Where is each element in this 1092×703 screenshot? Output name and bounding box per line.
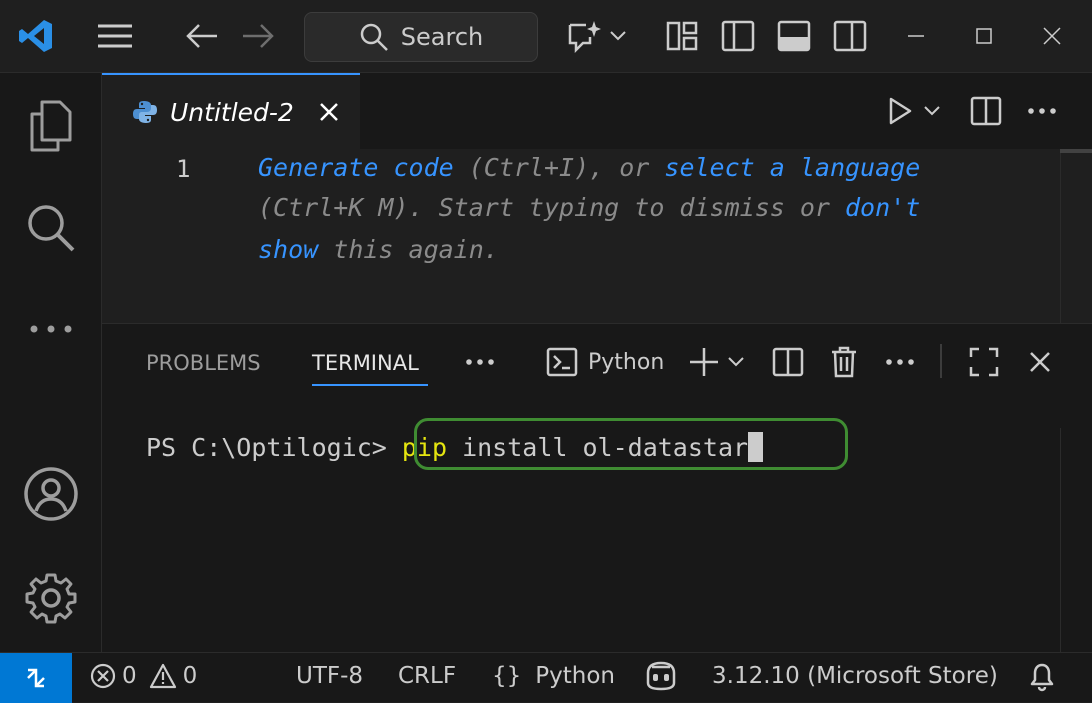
language-mode-indicator[interactable]: {} Python bbox=[492, 663, 615, 689]
hint-text: (Ctrl+K M). Start typing to dismiss or bbox=[258, 193, 845, 222]
terminal-prompt: PS C:\Optilogic> bbox=[146, 433, 402, 462]
terminal-profile-label: Python bbox=[588, 349, 665, 375]
run-python-file-icon[interactable] bbox=[880, 91, 920, 131]
code-area[interactable]: Generate code (Ctrl+I), or select a lang… bbox=[102, 149, 978, 323]
python-file-icon bbox=[132, 99, 158, 125]
maximize-panel-icon[interactable] bbox=[964, 344, 1004, 380]
customize-layout-icon[interactable] bbox=[662, 16, 702, 56]
panel-more-tabs-icon[interactable] bbox=[460, 344, 500, 380]
maximize-icon[interactable] bbox=[964, 16, 1004, 56]
terminal-chevron-down-icon[interactable] bbox=[724, 350, 748, 374]
error-count: 0 bbox=[122, 663, 137, 689]
more-icon[interactable] bbox=[0, 309, 101, 349]
problems-indicator[interactable]: 0 0 bbox=[90, 663, 197, 689]
editor-scrollbar[interactable] bbox=[1060, 149, 1092, 323]
braces-icon: {} bbox=[492, 663, 522, 689]
toggle-primary-sidebar-icon[interactable] bbox=[718, 16, 758, 56]
search-box[interactable]: Search bbox=[304, 12, 538, 62]
activity-bar bbox=[0, 73, 102, 652]
menu-icon[interactable] bbox=[94, 16, 136, 56]
toggle-panel-icon[interactable] bbox=[774, 16, 814, 56]
select-language-link[interactable]: select a language bbox=[664, 153, 920, 182]
forward-arrow-icon[interactable] bbox=[238, 16, 278, 56]
close-panel-icon[interactable] bbox=[1020, 344, 1060, 380]
tab-terminal[interactable]: TERMINAL bbox=[312, 351, 419, 375]
terminal-scrollbar[interactable] bbox=[1060, 428, 1092, 653]
split-terminal-icon[interactable] bbox=[768, 344, 808, 380]
eol-indicator[interactable]: CRLF bbox=[398, 663, 456, 689]
hint-text: (Ctrl+I), or bbox=[453, 153, 665, 182]
accounts-icon[interactable] bbox=[0, 463, 101, 525]
python-interpreter-indicator[interactable]: 3.12.10 (Microsoft Store) bbox=[712, 663, 998, 689]
notifications-bell-icon[interactable] bbox=[1028, 662, 1056, 692]
close-icon[interactable] bbox=[1032, 16, 1072, 56]
minimize-icon[interactable] bbox=[896, 16, 936, 56]
settings-gear-icon[interactable] bbox=[0, 567, 101, 629]
dont-show-link[interactable]: don't bbox=[845, 193, 920, 222]
editor-scroll-thumb[interactable] bbox=[1060, 149, 1092, 153]
vscode-logo-icon bbox=[16, 16, 56, 56]
search-icon bbox=[359, 22, 389, 52]
language-label: Python bbox=[535, 663, 616, 689]
error-icon bbox=[90, 663, 116, 689]
toggle-secondary-sidebar-icon[interactable] bbox=[830, 16, 870, 56]
tab-close-icon[interactable] bbox=[318, 101, 340, 123]
chevron-down-icon[interactable] bbox=[606, 22, 630, 50]
tab-strip bbox=[360, 73, 1092, 149]
back-arrow-icon[interactable] bbox=[182, 16, 222, 56]
search-icon[interactable] bbox=[0, 197, 101, 259]
hint-text: this again. bbox=[318, 235, 499, 264]
editor-tab[interactable]: Untitled-2 bbox=[102, 73, 360, 149]
search-label: Search bbox=[400, 23, 484, 51]
copilot-status-icon[interactable] bbox=[644, 661, 678, 691]
terminal-profile-selector[interactable]: Python bbox=[546, 344, 676, 380]
panel-toolbar-divider bbox=[940, 344, 942, 378]
run-chevron-down-icon[interactable] bbox=[920, 97, 944, 125]
warning-icon bbox=[149, 663, 177, 689]
explorer-icon[interactable] bbox=[0, 95, 101, 157]
tab-title: Untitled-2 bbox=[170, 97, 294, 127]
status-bar: 0 0 UTF-8 CRLF {} Python 3.12.10 (Micros… bbox=[0, 652, 1092, 703]
remote-icon bbox=[22, 664, 50, 692]
terminal-icon bbox=[546, 347, 578, 377]
panel-more-actions-icon[interactable] bbox=[880, 344, 920, 380]
generate-code-link[interactable]: Generate code bbox=[258, 153, 454, 182]
hint-line-2: (Ctrl+K M). Start typing to dismiss or d… bbox=[258, 193, 920, 222]
command-highlight-annotation bbox=[414, 418, 848, 470]
encoding-indicator[interactable]: UTF-8 bbox=[296, 663, 363, 689]
active-tab-indicator bbox=[312, 384, 428, 386]
new-terminal-icon[interactable] bbox=[684, 344, 724, 380]
warning-count: 0 bbox=[182, 663, 198, 689]
kill-terminal-trash-icon[interactable] bbox=[824, 344, 864, 380]
bottom-panel: PROBLEMS TERMINAL Python PS C:\Optilogic… bbox=[102, 323, 1092, 653]
hint-line-1: Generate code (Ctrl+I), or select a lang… bbox=[258, 153, 920, 182]
tab-problems[interactable]: PROBLEMS bbox=[146, 351, 261, 375]
more-actions-icon[interactable] bbox=[1022, 91, 1062, 131]
editor-area: Untitled-2 1 Generate code (Ctrl+I), or … bbox=[102, 73, 1092, 323]
split-editor-icon[interactable] bbox=[966, 91, 1006, 131]
remote-indicator[interactable] bbox=[0, 653, 72, 703]
hint-line-3: show this again. bbox=[258, 235, 499, 264]
show-link[interactable]: show bbox=[258, 235, 318, 264]
title-bar: Search bbox=[0, 0, 1092, 73]
copilot-icon[interactable] bbox=[564, 16, 604, 56]
